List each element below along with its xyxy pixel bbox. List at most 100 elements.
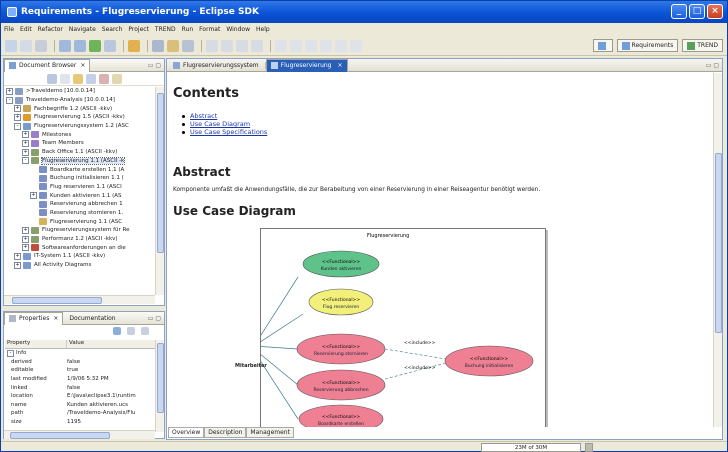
- expand-icon[interactable]: +: [22, 244, 29, 252]
- perspective-trend[interactable]: TREND: [682, 39, 723, 52]
- scrollbar-thumb[interactable]: [157, 343, 164, 413]
- view-minimize-maximize-icon[interactable]: ▭ ▢: [148, 315, 161, 322]
- tree-item[interactable]: + Kunden aktivieren 1.1 (AS: [6, 191, 154, 200]
- tree-vertical-scrollbar[interactable]: [155, 87, 164, 295]
- perspective-requirements[interactable]: Requirements: [616, 39, 679, 52]
- menu-window[interactable]: Window: [226, 26, 250, 33]
- expand-icon[interactable]: +: [22, 139, 29, 147]
- toc-link-use-case-diagram[interactable]: Use Case Diagram: [190, 120, 267, 128]
- tab-overview[interactable]: Overview: [168, 427, 205, 438]
- use-case-ellipse[interactable]: <<Functional>>Buchung initialisieren: [444, 345, 534, 377]
- back-icon[interactable]: [206, 39, 218, 52]
- expand-icon[interactable]: +: [30, 192, 37, 200]
- expand-icon[interactable]: +: [14, 252, 21, 260]
- menu-run[interactable]: Run: [182, 26, 194, 33]
- advanced-icon[interactable]: [127, 327, 135, 335]
- collapse-icon[interactable]: -: [14, 122, 21, 130]
- close-button[interactable]: ×: [707, 4, 723, 19]
- bold-icon[interactable]: [275, 39, 287, 52]
- scrollbar-thumb[interactable]: [157, 93, 164, 253]
- expand-icon[interactable]: +: [6, 87, 13, 95]
- minimize-button[interactable]: _: [671, 4, 687, 19]
- close-tab-icon[interactable]: ×: [80, 62, 85, 69]
- use-case-ellipse[interactable]: <<Functional>>Kunden aktivieren: [302, 250, 380, 278]
- tree-item[interactable]: + Milestones: [6, 130, 154, 139]
- toc-link-use-case-specifications[interactable]: Use Case Specifications: [190, 128, 267, 136]
- build-icon[interactable]: [59, 39, 71, 52]
- property-row[interactable]: linked false: [5, 383, 155, 392]
- use-case-ellipse[interactable]: <<Functional>>Boardkarte erstellen: [298, 404, 384, 427]
- undo-icon[interactable]: [236, 39, 248, 52]
- scrollbar-thumb[interactable]: [715, 153, 722, 333]
- use-case-ellipse[interactable]: <<Functional>>Reservierung abbrechen: [296, 369, 386, 401]
- use-case-ellipse[interactable]: <<Functional>>Reservierung stornieren: [296, 333, 386, 365]
- tab-management[interactable]: Management: [246, 427, 294, 438]
- restore-default-icon[interactable]: [141, 327, 149, 335]
- tree-item[interactable]: + Flugreservierung 1.5 (ASCII -kkv): [6, 113, 154, 122]
- annotation-icon[interactable]: [182, 39, 194, 52]
- menu-navigate[interactable]: Navigate: [69, 26, 96, 33]
- property-row[interactable]: name Kunden aktivieren.ucs: [5, 401, 155, 410]
- expand-icon[interactable]: +: [22, 148, 29, 156]
- toc-link-abstract[interactable]: Abstract: [190, 112, 267, 120]
- tree-item[interactable]: + Fachbegriffe 1.2 (ASCII -kkv): [6, 104, 154, 113]
- property-row[interactable]: last modified 1/9/06 5:32 PM: [5, 375, 155, 384]
- tree-item[interactable]: + All Activity Diagrams: [6, 261, 154, 270]
- tree-item[interactable]: + >Traveldemo [10.0.0.14]: [6, 87, 154, 96]
- filter-icon[interactable]: [98, 73, 109, 84]
- property-row[interactable]: location E:\Java\eclipse3.1\runtim: [5, 392, 155, 401]
- tree-item[interactable]: Buchung initialisieren 1.1 (: [6, 174, 154, 183]
- tree-item[interactable]: - Traveldemo-Analysis [10.0.0.14]: [6, 96, 154, 105]
- scrollbar-thumb[interactable]: [12, 297, 102, 304]
- tab-document-browser[interactable]: Document Browser ×: [4, 58, 91, 72]
- column-value[interactable]: Value: [67, 340, 155, 348]
- tree-item[interactable]: + Performanz 1.2 (ASCII -kkv): [6, 235, 154, 244]
- property-row[interactable]: editable true: [5, 366, 155, 375]
- categories-icon[interactable]: [113, 327, 121, 335]
- view-menu-icon[interactable]: [111, 73, 122, 84]
- maximize-button[interactable]: □: [689, 4, 705, 19]
- collapse-icon[interactable]: -: [6, 96, 13, 104]
- expand-icon[interactable]: +: [22, 235, 29, 243]
- property-row[interactable]: derived false: [5, 358, 155, 367]
- edit-icon[interactable]: [167, 39, 179, 52]
- menu-project[interactable]: Project: [128, 26, 149, 33]
- tree-item[interactable]: - Flugreservierung 1.1 (ASCII -k: [6, 156, 154, 166]
- tree-item[interactable]: - Flugreservierungssystem 1.2 (ASC: [6, 122, 154, 131]
- tree-item[interactable]: Boardkarte erstellen 1.1 (A: [6, 165, 154, 174]
- redo-icon[interactable]: [251, 39, 263, 52]
- collapse-icon[interactable]: -: [22, 157, 29, 165]
- print-icon[interactable]: [35, 39, 47, 52]
- search-icon[interactable]: [128, 39, 140, 52]
- tree-item[interactable]: Reservierung stornieren 1.: [6, 209, 154, 218]
- tree-item[interactable]: Reservierung abbrechen 1: [6, 200, 154, 209]
- external-tools-icon[interactable]: [104, 39, 116, 52]
- underline-icon[interactable]: [305, 39, 317, 52]
- new-icon[interactable]: [5, 39, 17, 52]
- open-type-icon[interactable]: [152, 39, 164, 52]
- view-minimize-maximize-icon[interactable]: ▭ ▢: [706, 62, 719, 69]
- group-row[interactable]: - Info: [5, 349, 155, 358]
- open-perspective-button[interactable]: [592, 39, 613, 52]
- expand-icon[interactable]: +: [22, 226, 29, 234]
- indent-icon[interactable]: [335, 39, 347, 52]
- new-document-icon[interactable]: [59, 73, 70, 84]
- tree-horizontal-scrollbar[interactable]: [4, 295, 155, 304]
- tab-documentation[interactable]: Documentation: [63, 315, 121, 322]
- menu-search[interactable]: Search: [102, 26, 123, 33]
- close-tab-icon[interactable]: ×: [338, 62, 343, 69]
- expand-icon[interactable]: +: [14, 261, 21, 269]
- view-minimize-maximize-icon[interactable]: ▭ ▢: [148, 62, 161, 69]
- editor-vertical-scrollbar[interactable]: [713, 73, 722, 427]
- italic-icon[interactable]: [290, 39, 302, 52]
- tree-item[interactable]: Flugreservierung 1.1 (ASC: [6, 217, 154, 226]
- collapse-icon[interactable]: -: [7, 349, 14, 357]
- close-tab-icon[interactable]: ×: [53, 315, 58, 322]
- menu-file[interactable]: File: [4, 26, 14, 33]
- save-icon[interactable]: [20, 39, 32, 52]
- use-case-ellipse[interactable]: <<Functional>>Flug reservieren: [308, 288, 374, 316]
- folder-icon[interactable]: [72, 73, 83, 84]
- tree-item[interactable]: + Team Members: [6, 139, 154, 148]
- scrollbar-thumb[interactable]: [10, 432, 110, 439]
- menu-edit[interactable]: Edit: [20, 26, 32, 33]
